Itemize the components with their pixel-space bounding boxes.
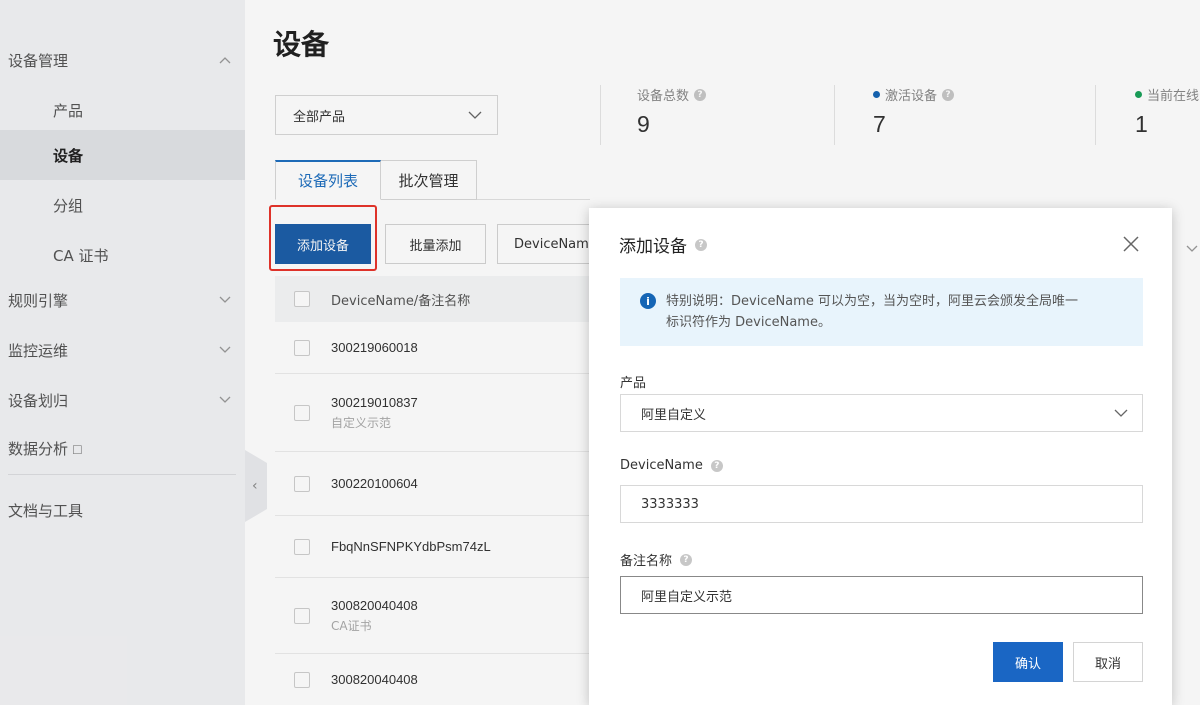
chevron-down-icon [1114,407,1128,422]
confirm-button[interactable]: 确认 [993,642,1063,682]
product-select-value: 阿里自定义 [641,407,707,423]
notice-box: i 特别说明：DeviceName 可以为空，当为空时，阿里云会颁发全局唯一 标… [620,278,1143,346]
note-name-input[interactable]: 阿里自定义示范 [620,576,1143,614]
devicename-input-value: 3333333 [641,496,699,512]
note-field-label: 备注名称 ? [620,550,693,569]
dialog-title: 添加设备 [619,237,687,257]
help-icon[interactable]: ? [680,553,693,566]
close-icon[interactable] [1121,234,1141,254]
devicename-field-label: DeviceName ? [620,458,723,473]
add-device-dialog: 添加设备 ? i 特别说明：DeviceName 可以为空，当为空时，阿里云会颁… [589,208,1172,705]
note-name-input-value: 阿里自定义示范 [641,589,733,605]
info-icon: i [640,293,656,309]
dialog-title-wrap: 添加设备 ? [619,232,707,257]
notice-text-line2: 标识符作为 DeviceName。 [666,315,831,330]
note-label: 备注名称 [620,554,673,569]
help-icon[interactable]: ? [710,459,723,472]
notice-text-line1: 特别说明：DeviceName 可以为空，当为空时，阿里云会颁发全局唯一 [666,294,1078,309]
product-label: 产品 [620,376,647,391]
product-field-label: 产品 [620,372,646,391]
devicename-label: DeviceName [620,458,703,473]
cancel-button[interactable]: 取消 [1073,642,1143,682]
devicename-input[interactable]: 3333333 [620,485,1143,523]
product-select[interactable]: 阿里自定义 [620,394,1143,432]
help-icon[interactable]: ? [695,238,707,251]
